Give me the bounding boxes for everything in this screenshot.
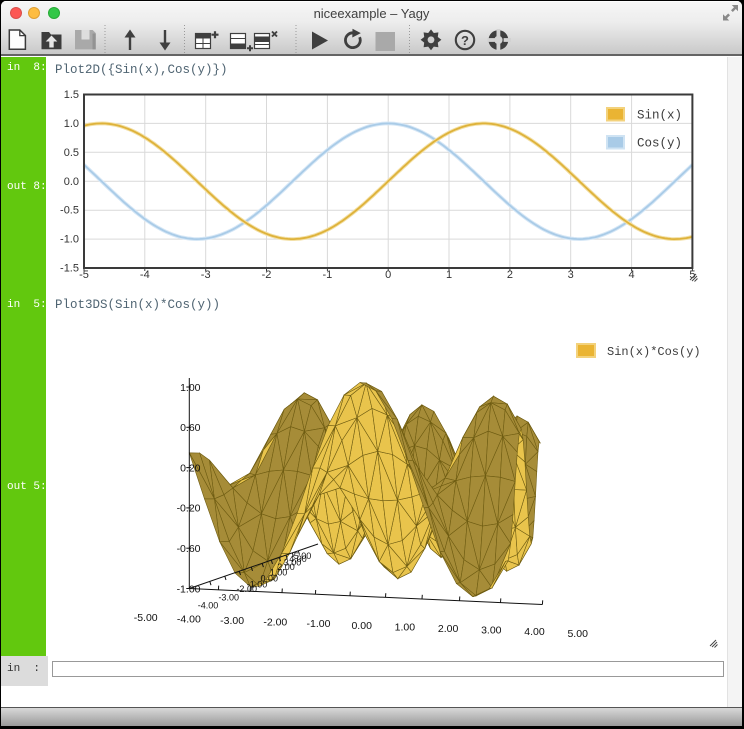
svg-text:1.5: 1.5 — [64, 89, 79, 101]
svg-text:-0.60: -0.60 — [177, 543, 201, 555]
svg-text:Cos(y): Cos(y) — [637, 137, 682, 151]
svg-text:-4.00: -4.00 — [198, 601, 219, 611]
svg-text:-1.0: -1.0 — [60, 234, 79, 246]
svg-text:-2.00: -2.00 — [263, 617, 287, 629]
svg-text:-0.20: -0.20 — [177, 503, 201, 515]
svg-text:1.00: 1.00 — [180, 382, 201, 394]
svg-text:?: ? — [461, 33, 469, 48]
svg-text:4.00: 4.00 — [524, 626, 545, 638]
svg-text:0.00: 0.00 — [351, 620, 372, 632]
svg-text:5.00: 5.00 — [294, 551, 312, 561]
svg-text:0.0: 0.0 — [64, 176, 79, 188]
svg-text:-1.00: -1.00 — [307, 618, 331, 630]
svg-text:0.60: 0.60 — [180, 422, 201, 434]
svg-text:-1.5: -1.5 — [60, 263, 79, 275]
svg-text:3.00: 3.00 — [481, 625, 502, 637]
svg-text:0.5: 0.5 — [64, 147, 79, 159]
svg-text:-1.00: -1.00 — [177, 583, 201, 595]
svg-text:1.0: 1.0 — [64, 118, 79, 130]
svg-text:1.00: 1.00 — [395, 621, 416, 633]
svg-text:-0.5: -0.5 — [60, 205, 79, 217]
svg-text:Sin(x): Sin(x) — [637, 109, 682, 123]
svg-text:5.00: 5.00 — [567, 628, 588, 640]
svg-text:-3.00: -3.00 — [220, 615, 244, 627]
svg-text:-5.00: -5.00 — [134, 612, 158, 624]
svg-text:-4.00: -4.00 — [177, 613, 201, 625]
svg-text:-3.00: -3.00 — [218, 593, 239, 603]
svg-text:Sin(x)*Cos(y): Sin(x)*Cos(y) — [607, 345, 701, 359]
svg-text:0.20: 0.20 — [180, 462, 201, 474]
svg-text:2.00: 2.00 — [438, 623, 459, 635]
